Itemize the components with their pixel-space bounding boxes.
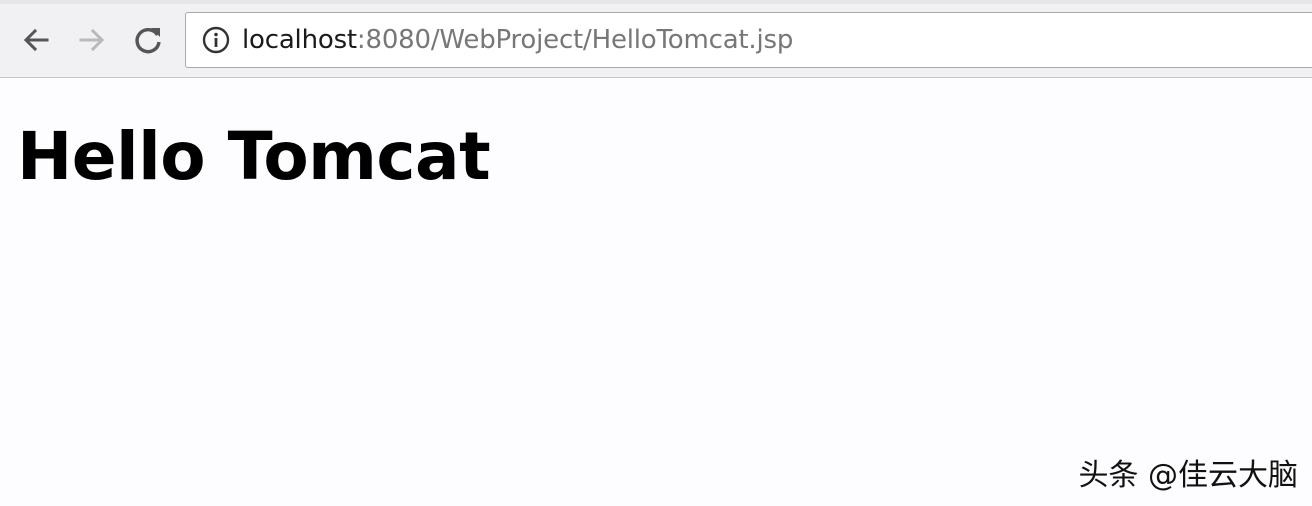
page-heading: Hello Tomcat [17, 118, 491, 195]
arrow-right-icon [79, 28, 105, 52]
reload-icon [135, 27, 161, 54]
address-bar[interactable]: localhost:8080/WebProject/HelloTomcat.js… [185, 12, 1312, 68]
info-icon[interactable] [199, 23, 233, 57]
reload-button[interactable] [128, 20, 168, 60]
toolbar-top-edge [0, 0, 1312, 4]
url-text[interactable]: localhost:8080/WebProject/HelloTomcat.js… [242, 25, 793, 55]
back-button[interactable] [16, 20, 56, 60]
url-host: localhost [242, 25, 357, 55]
url-path: :8080/WebProject/HelloTomcat.jsp [356, 25, 794, 55]
page-content: Hello Tomcat [0, 78, 1312, 506]
arrow-left-icon [23, 28, 49, 52]
watermark: 头条 @佳云大脑 [1078, 458, 1298, 493]
browser-toolbar: localhost:8080/WebProject/HelloTomcat.js… [0, 0, 1312, 78]
forward-button[interactable] [72, 20, 112, 60]
